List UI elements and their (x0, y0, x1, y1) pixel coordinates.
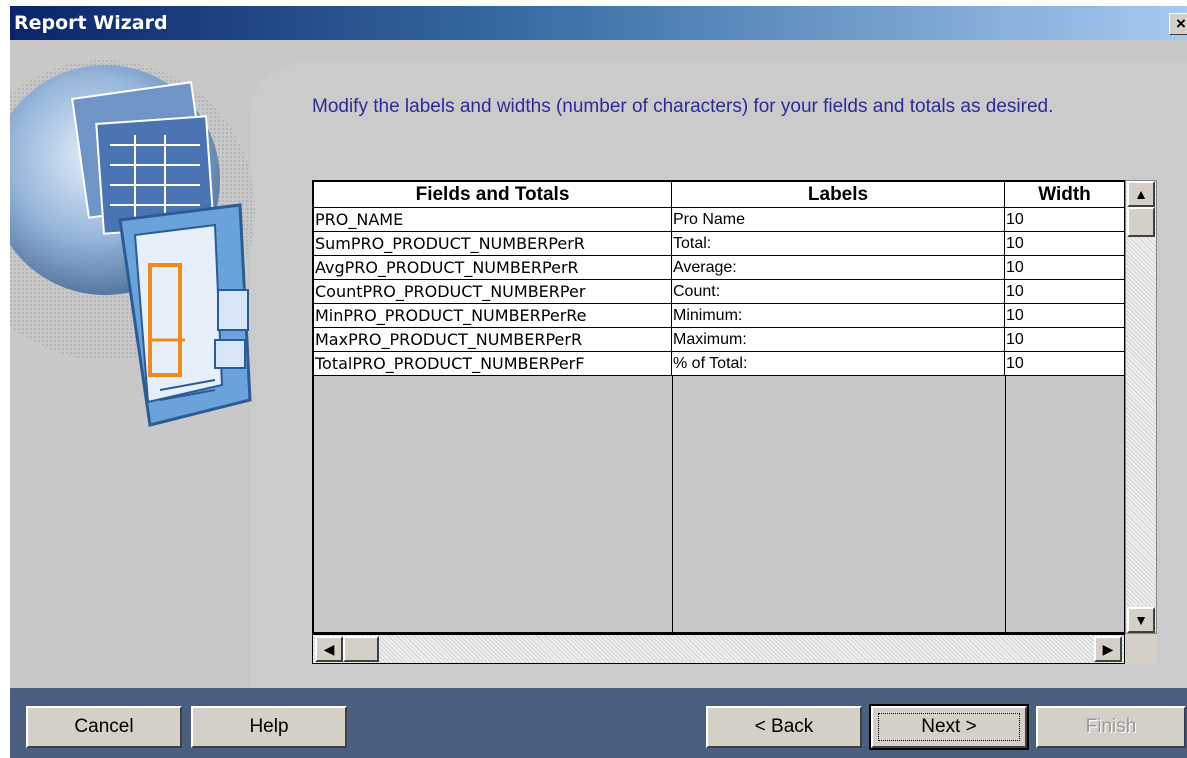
label-cell[interactable]: Count: (672, 280, 1005, 303)
scroll-up-button[interactable]: ▲ (1127, 181, 1155, 207)
finish-button[interactable]: Finish (1036, 706, 1186, 748)
field-cell[interactable]: SumPRO_PRODUCT_NUMBERPerR (314, 232, 672, 255)
width-cell[interactable]: 10 (1005, 304, 1124, 327)
help-button[interactable]: Help (191, 706, 347, 748)
width-cell[interactable]: 10 (1005, 352, 1124, 375)
field-cell[interactable]: MinPRO_PRODUCT_NUMBERPerRe (314, 304, 672, 327)
column-divider (1005, 376, 1006, 634)
scroll-left-button[interactable]: ◀ (315, 636, 343, 662)
field-cell[interactable]: CountPRO_PRODUCT_NUMBERPer (314, 280, 672, 303)
column-divider (672, 376, 673, 634)
horizontal-scroll-thumb[interactable] (343, 636, 379, 662)
label-cell[interactable]: % of Total: (672, 352, 1005, 375)
report-wizard-window: Report Wizard × Modify the labels and wi… (10, 6, 1187, 758)
table-row[interactable]: CountPRO_PRODUCT_NUMBERPer Count: 10 (314, 280, 1124, 304)
window-title: Report Wizard (14, 12, 168, 34)
scroll-down-button[interactable]: ▼ (1127, 607, 1155, 633)
scroll-right-button[interactable]: ▶ (1094, 636, 1122, 662)
width-cell[interactable]: 10 (1005, 280, 1124, 303)
table-row[interactable]: MaxPRO_PRODUCT_NUMBERPerR Maximum: 10 (314, 328, 1124, 352)
vertical-scroll-thumb[interactable] (1127, 207, 1155, 237)
label-cell[interactable]: Maximum: (672, 328, 1005, 351)
table-row[interactable]: TotalPRO_PRODUCT_NUMBERPerF % of Total: … (314, 352, 1124, 376)
label-cell[interactable]: Total: (672, 232, 1005, 255)
scrollbar-corner (1125, 634, 1157, 664)
fields-grid[interactable]: Fields and Totals Labels Width PRO_NAME … (312, 180, 1126, 634)
title-bar[interactable]: Report Wizard × (10, 6, 1187, 40)
table-row[interactable]: PRO_NAME Pro Name 10 (314, 208, 1124, 232)
instructions-text: Modify the labels and widths (number of … (312, 96, 1054, 117)
table-row[interactable]: MinPRO_PRODUCT_NUMBERPerRe Minimum: 10 (314, 304, 1124, 328)
focus-ring (878, 713, 1020, 741)
wizard-content: Modify the labels and widths (number of … (10, 40, 1187, 688)
width-cell[interactable]: 10 (1005, 208, 1124, 231)
next-button[interactable]: Next > (869, 704, 1029, 750)
button-bar: Cancel Help < Back Next > Finish (10, 688, 1187, 758)
field-cell[interactable]: TotalPRO_PRODUCT_NUMBERPerF (314, 352, 672, 375)
back-button[interactable]: < Back (706, 706, 862, 748)
column-header-labels[interactable]: Labels (672, 182, 1005, 208)
label-cell[interactable]: Minimum: (672, 304, 1005, 327)
field-cell[interactable]: PRO_NAME (314, 208, 672, 231)
width-cell[interactable]: 10 (1005, 256, 1124, 279)
width-cell[interactable]: 10 (1005, 232, 1124, 255)
column-header-fields[interactable]: Fields and Totals (314, 182, 672, 208)
label-cell[interactable]: Pro Name (672, 208, 1005, 231)
label-cell[interactable]: Average: (672, 256, 1005, 279)
field-cell[interactable]: MaxPRO_PRODUCT_NUMBERPerR (314, 328, 672, 351)
table-row[interactable]: SumPRO_PRODUCT_NUMBERPerR Total: 10 (314, 232, 1124, 256)
cancel-button[interactable]: Cancel (26, 706, 182, 748)
field-cell[interactable]: AvgPRO_PRODUCT_NUMBERPerR (314, 256, 672, 279)
horizontal-scrollbar[interactable]: ◀ ▶ (312, 634, 1125, 664)
vertical-scrollbar[interactable]: ▲ ▼ (1125, 180, 1157, 634)
close-button[interactable]: × (1169, 13, 1187, 35)
report-wizard-illustration-icon (10, 60, 255, 427)
width-cell[interactable]: 10 (1005, 328, 1124, 351)
column-header-width[interactable]: Width (1005, 182, 1124, 208)
table-row[interactable]: AvgPRO_PRODUCT_NUMBERPerR Average: 10 (314, 256, 1124, 280)
